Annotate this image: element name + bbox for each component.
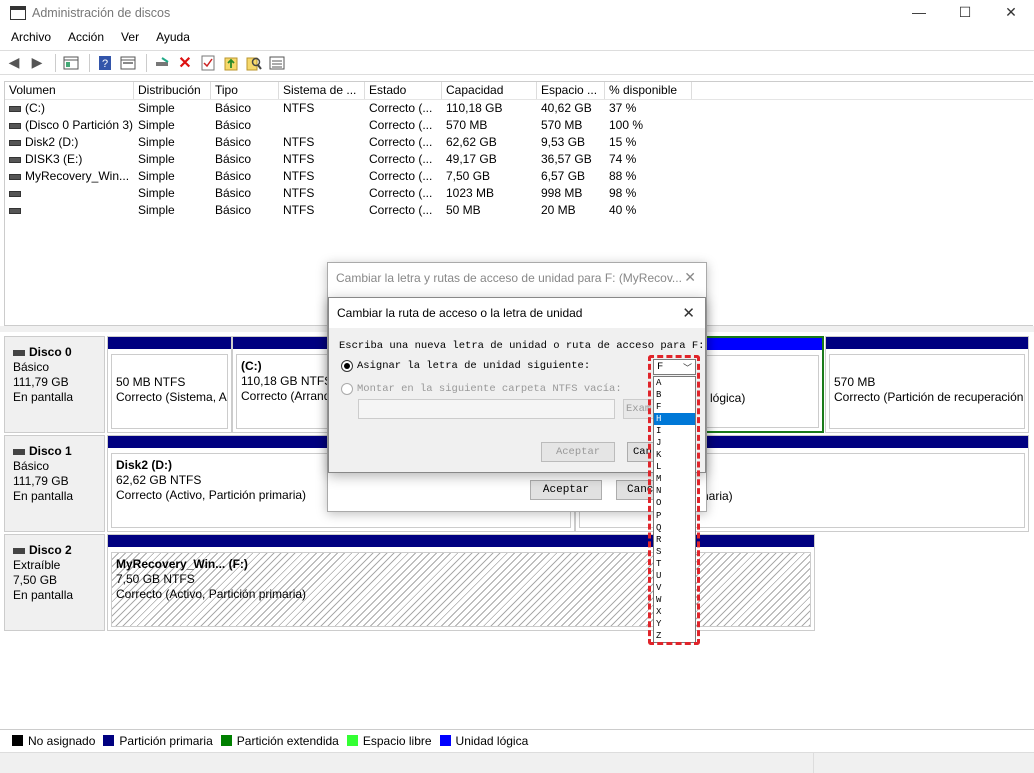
volume-icon <box>9 156 21 163</box>
col-distribucion[interactable]: Distribución <box>134 82 211 99</box>
disk-icon <box>13 448 25 455</box>
table-row[interactable]: (Disco 0 Partición 3) Simple Básico Correct… <box>5 117 1033 134</box>
radio-button[interactable] <box>341 383 353 395</box>
col-espacio[interactable]: Espacio ... <box>537 82 605 99</box>
search-icon[interactable] <box>244 53 264 73</box>
list-view-icon[interactable] <box>267 53 287 73</box>
disk-management-window: Administración de discos — ☐ ✕ Archivo A… <box>0 0 1034 773</box>
dialog-close-button[interactable]: ✕ <box>682 304 695 322</box>
radio-button[interactable] <box>341 360 353 372</box>
table-row[interactable]: MyRecovery_Win... Simple Básico NTFS Correct… <box>5 168 1033 185</box>
delete-icon[interactable]: ✕ <box>175 53 195 73</box>
partition-f[interactable]: MyRecovery_Win... (F:) 7,50 GB NTFS Correc… <box>107 534 815 631</box>
status-bar <box>0 752 1034 773</box>
table-row[interactable]: Simple Básico NTFS Correcto (... 50 MB 20 MB 4… <box>5 202 1033 219</box>
table-row[interactable]: (C:) Simple Básico NTFS Correcto (... 110,18 … <box>5 100 1033 117</box>
partition-system[interactable]: 50 MB NTFS Correcto (Sistema, A <box>107 336 232 433</box>
partition-extended[interactable]: lógica) <box>700 336 824 433</box>
col-volumen[interactable]: Volumen <box>5 82 134 99</box>
back-arrow-icon[interactable]: ◀ <box>4 53 24 73</box>
console-tree-icon[interactable] <box>61 53 81 73</box>
disk-row-2: Disco 2 Extraíble 7,50 GB En pantalla My… <box>4 534 1034 631</box>
highlight-box <box>648 355 700 645</box>
col-capacidad[interactable]: Capacidad <box>442 82 537 99</box>
table-row[interactable]: DISK3 (E:) Simple Básico NTFS Correcto (... 4… <box>5 151 1033 168</box>
menu-accion[interactable]: Acción <box>62 27 110 47</box>
legend-swatch <box>439 735 451 746</box>
partition-c[interactable]: (C:) 110,18 GB NTFS Correcto (Arranq <box>232 336 332 433</box>
folder-path-input[interactable] <box>358 399 615 419</box>
menu-archivo[interactable]: Archivo <box>5 27 57 47</box>
disk-icon <box>13 547 25 554</box>
volume-icon <box>9 139 21 146</box>
checklist-icon[interactable] <box>198 53 218 73</box>
legend-swatch <box>103 735 115 746</box>
menu-ver[interactable]: Ver <box>115 27 145 47</box>
legend: No asignado Partición primaria Partición… <box>0 729 1034 751</box>
upload-icon[interactable] <box>221 53 241 73</box>
col-sistema[interactable]: Sistema de ... <box>279 82 365 99</box>
volume-icon <box>9 190 21 197</box>
legend-swatch <box>346 735 358 746</box>
col-estado[interactable]: Estado <box>365 82 442 99</box>
maximize-button[interactable]: ☐ <box>942 0 988 24</box>
col-disponible[interactable]: % disponible <box>605 82 692 99</box>
volume-icon <box>9 122 21 129</box>
dialog-title: Cambiar la letra y rutas de acceso de un… <box>336 271 682 285</box>
menu-ayuda[interactable]: Ayuda <box>150 27 196 47</box>
menu-bar: Archivo Acción Ver Ayuda <box>0 27 196 47</box>
dialog-title: Cambiar la ruta de acceso o la letra de … <box>329 298 705 328</box>
window-title: Administración de discos <box>32 6 171 20</box>
help-icon[interactable]: ? <box>95 53 115 73</box>
toolbar: ◀ ▶ ? ✕ <box>0 50 1034 75</box>
radio-mount-folder[interactable]: Montar en la siguiente carpeta NTFS vací… <box>341 383 622 395</box>
close-button[interactable]: ✕ <box>988 0 1034 24</box>
legend-swatch <box>220 735 232 746</box>
table-header: Volumen Distribución Tipo Sistema de ...… <box>5 82 1033 100</box>
disk-label[interactable]: Disco 1 Básico 111,79 GB En pantalla <box>4 435 105 532</box>
col-tipo[interactable]: Tipo <box>211 82 279 99</box>
forward-arrow-icon[interactable]: ▶ <box>27 53 47 73</box>
volume-icon <box>9 173 21 180</box>
accept-button[interactable]: Aceptar <box>530 480 602 500</box>
volume-icon <box>9 207 21 214</box>
svg-text:?: ? <box>102 58 108 70</box>
radio-assign-letter[interactable]: Asignar la letra de unidad siguiente: <box>341 360 590 372</box>
table-row[interactable]: Disk2 (D:) Simple Básico NTFS Correcto (... 6… <box>5 134 1033 151</box>
title-bar: Administración de discos — ☐ ✕ <box>0 0 1034 26</box>
disk-management-icon <box>10 6 26 20</box>
disk-label[interactable]: Disco 2 Extraíble 7,50 GB En pantalla <box>4 534 105 631</box>
disk-label[interactable]: Disco 0 Básico 111,79 GB En pantalla <box>4 336 105 433</box>
table-row[interactable]: Simple Básico NTFS Correcto (... 1023 MB 998 … <box>5 185 1033 202</box>
legend-swatch <box>12 735 23 746</box>
volume-icon <box>9 105 21 112</box>
accept-button[interactable]: Aceptar <box>541 442 615 462</box>
connect-icon[interactable] <box>152 53 172 73</box>
disk-icon <box>13 349 25 356</box>
instruction-text: Escriba una nueva letra de unidad o ruta… <box>339 340 705 352</box>
dialog-close-button[interactable]: ✕ <box>684 269 696 286</box>
partition-recovery[interactable]: 570 MB Correcto (Partición de recuperació… <box>825 336 1029 433</box>
minimize-button[interactable]: — <box>896 0 942 24</box>
properties-icon[interactable] <box>118 53 138 73</box>
